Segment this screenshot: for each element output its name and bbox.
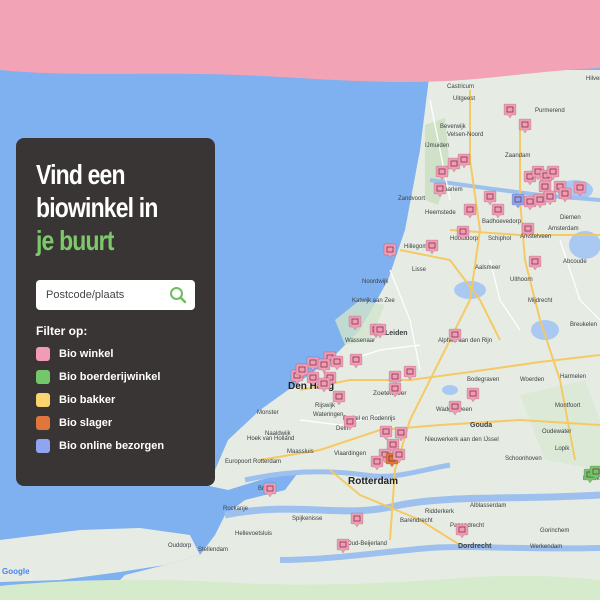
lake [442,385,458,395]
city-label: Leiden [385,330,408,337]
place-label: Mijdrecht [528,298,553,304]
place-label: Heemstede [425,210,456,216]
place-label: Bodegraven [467,377,499,383]
place-label: Gorinchem [540,528,569,534]
place-label: Maassluis [287,449,314,455]
place-label: Beverwijk [440,124,467,130]
filter-swatch [36,370,50,384]
place-label: Alblasserdam [470,503,506,509]
place-label: Lisse [412,267,427,273]
place-label: Uithoorn [510,277,533,283]
place-label: Oud-Beijerland [347,541,387,547]
postcode-input[interactable] [44,288,167,302]
place-label: Woerden [520,377,544,383]
place-label: Nieuwerkerk aan den IJssel [425,437,499,443]
filter-swatch [36,393,50,407]
filter-list: Bio winkel Bio boerderijwinkel Bio bakke… [36,346,164,461]
city-label: Gouda [470,422,492,429]
filter-swatch [36,439,50,453]
filter-swatch [36,347,50,361]
place-label: Velsen-Noord [447,132,483,138]
top-wave [0,0,600,82]
place-label: Amstelveen [520,234,551,240]
place-label: Abcoude [563,259,587,265]
place-label: Hellevoetsluis [235,531,272,537]
search-panel: Vind een biowinkel in je buurt Filter op… [16,138,215,486]
filter-bio-boerderijwinkel[interactable]: Bio boerderijwinkel [36,369,164,385]
place-label: Diemen [560,215,581,221]
place-label: Europoort Rotterdam [225,459,281,465]
place-label: Breukelen [570,322,597,328]
place-label: Rijswijk [315,403,336,409]
filter-heading: Filter op: [36,324,88,338]
place-label: Alphen aan den Rijn [438,338,492,344]
place-label: Werkendam [530,544,562,550]
place-label: IJmuiden [425,143,449,149]
place-label: Naaldwijk [265,431,292,437]
title-line: biowinkel in [36,192,158,223]
filter-label: Bio online bezorgen [59,440,165,452]
place-label: Wateringen [313,412,343,418]
place-label: Oudewater [542,429,571,435]
place-label: Schiphol [488,236,511,242]
place-label: Amsterdam [548,226,579,232]
map-page: Castricum Uitgeest Purmerend Beverwijk Velse… [0,0,600,600]
store-pin[interactable] [383,243,397,259]
city-label: Rotterdam [348,476,398,487]
panel-title: Vind een biowinkel in je buurt [36,158,200,257]
place-label: Monster [257,410,279,416]
place-label: Aalsmeer [475,265,500,271]
filter-bio-winkel[interactable]: Bio winkel [36,346,164,362]
filter-bio-bakker[interactable]: Bio bakker [36,392,164,408]
bottom-wave [0,575,600,600]
city-label: Dordrecht [458,543,492,550]
store-pin[interactable] [306,356,320,372]
place-label: Zandvoort [398,196,425,202]
filter-label: Bio bakker [59,394,116,406]
place-label: Noordwijk [362,279,389,285]
filter-swatch [36,416,50,430]
place-label: Purmerend [535,108,565,114]
filter-bio-slager[interactable]: Bio slager [36,415,164,431]
place-label: Lopik [555,446,570,452]
place-label: Harmelen [560,374,586,380]
filter-bio-online-bezorgen[interactable]: Bio online bezorgen [36,438,164,454]
place-label: Zaandam [505,153,530,159]
place-label: Badhoevedorp [482,219,522,225]
search-box [36,280,195,310]
search-icon[interactable] [167,284,189,306]
place-label: Barendrecht [400,518,433,524]
place-label: Stellendam [198,547,228,553]
place-label: Katwijk aan Zee [352,298,395,304]
place-label: Ouddorp [168,543,192,549]
place-label: Ridderkerk [425,509,455,515]
filter-label: Bio winkel [59,348,114,360]
place-label: Schoonhoven [505,456,542,462]
place-label: Uitgeest [453,96,475,102]
title-accent: je buurt [36,225,114,256]
google-logo: Google [2,567,30,576]
place-label: Spijkenisse [292,516,323,522]
place-label: Hillegom [404,244,427,250]
title-line: Vind een [36,159,126,190]
filter-label: Bio boerderijwinkel [59,371,161,383]
place-label: Wassenaar [345,338,375,344]
place-label: Rockanje [223,506,249,512]
place-label: Vlaardingen [334,451,366,457]
filter-label: Bio slager [59,417,113,429]
place-label: Montfoort [555,403,581,409]
